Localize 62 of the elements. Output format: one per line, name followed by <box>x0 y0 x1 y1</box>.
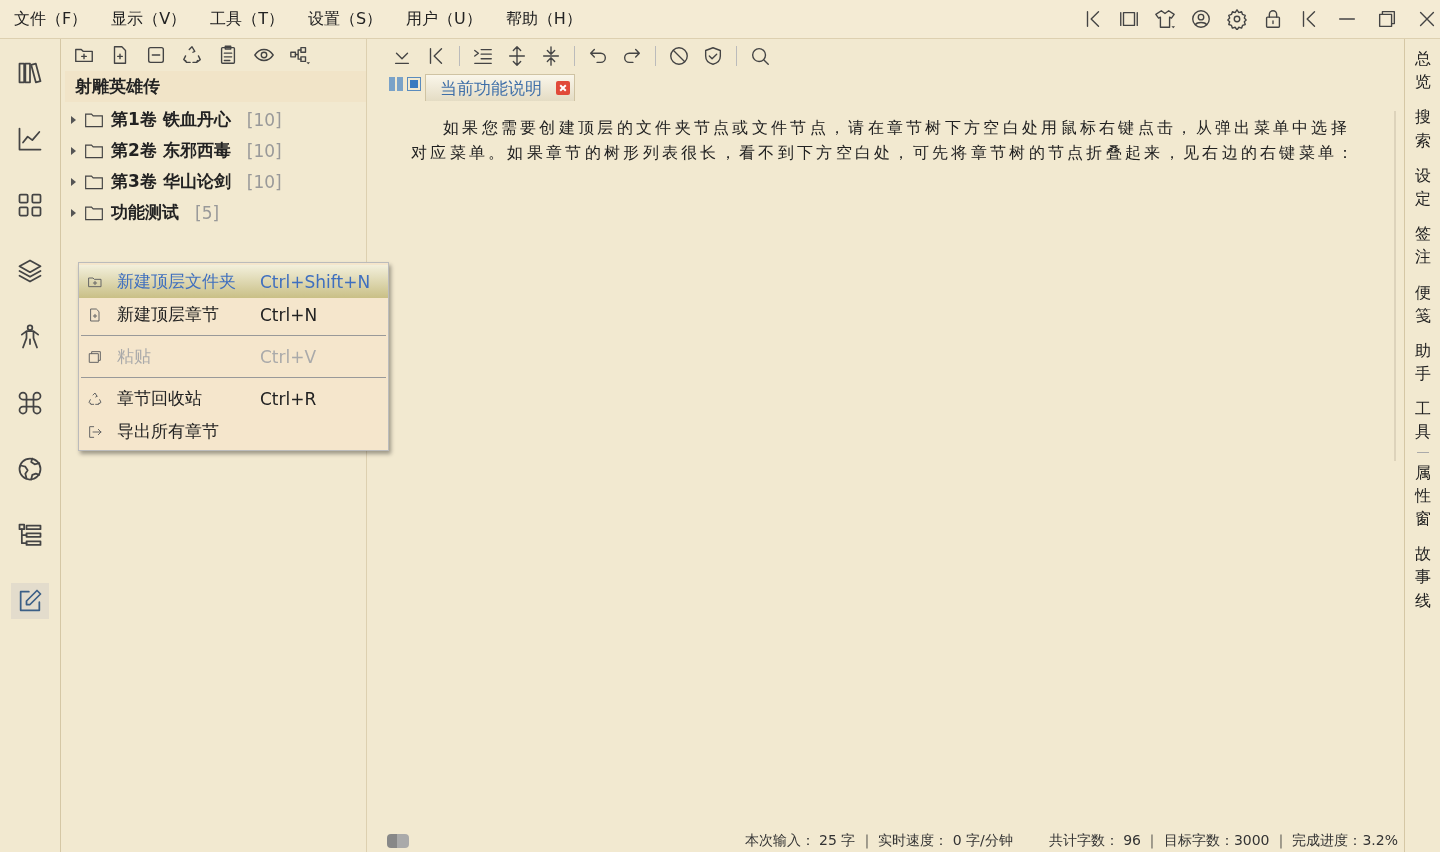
paragraph: 如果您需要创建顶层的文件夹节点或文件节点，请在章节树下方空白处用鼠标右键点击，从弹出菜单中选择对应菜单。如果章节的树形列表很长，看不到下方空白处，可先将章节树的节点折叠起来，见右边的右键菜单： <box>411 117 1358 164</box>
chapter-count: [5] <box>195 202 220 223</box>
sidebar-button[interactable] <box>11 583 49 619</box>
menu-item[interactable]: 章节回收站 Ctrl+R <box>79 382 388 415</box>
chapter-count: [10] <box>246 140 282 161</box>
single-view-icon[interactable] <box>407 77 421 91</box>
command-icon <box>16 389 44 417</box>
tree-item[interactable]: 第3卷 华山论剑 <box>111 170 231 193</box>
collapse-vertical-icon[interactable] <box>540 45 562 67</box>
search-icon[interactable] <box>749 45 771 67</box>
side-tab[interactable]: 便笺 <box>1414 280 1431 327</box>
menu-item[interactable]: 文件（F） <box>14 8 88 30</box>
expand-caret-icon[interactable] <box>71 115 76 124</box>
side-tab[interactable]: 助手 <box>1414 338 1431 386</box>
expand-caret-icon[interactable] <box>71 208 76 217</box>
side-tab[interactable]: 总览 <box>1414 47 1431 94</box>
menu-item[interactable]: 显示（V） <box>111 8 187 30</box>
grid-icon <box>16 191 44 219</box>
recycle-icon[interactable] <box>181 44 203 66</box>
tree-item[interactable]: 第2卷 东邪西毒 <box>111 139 231 162</box>
menu-item[interactable]: 用户（U） <box>406 8 482 30</box>
file-plus-icon <box>87 306 103 323</box>
tree-item[interactable]: 第1卷 铁血丹心 <box>111 108 231 131</box>
side-tab[interactable]: 设定 <box>1414 163 1431 211</box>
side-tab[interactable]: 签注 <box>1414 222 1431 269</box>
menu-item[interactable]: 导出所有章节 <box>79 415 388 448</box>
settings-icon[interactable] <box>1226 8 1248 30</box>
zoom-slider-handle[interactable] <box>387 834 409 848</box>
book-title[interactable]: 射雕英雄传 <box>65 71 366 102</box>
ban-icon[interactable] <box>668 45 690 67</box>
line-chart-icon <box>16 125 44 153</box>
expand-caret-icon[interactable] <box>71 146 76 155</box>
side-tab[interactable]: 工具 <box>1414 397 1431 444</box>
export-icon <box>87 423 103 440</box>
status-text: 共计字数： 96 ｜ 目标字数：3000 ｜ 完成进度：3.2% <box>1048 832 1398 850</box>
layers-icon <box>16 257 44 285</box>
copy-icon <box>87 348 103 365</box>
side-tab[interactable]: 搜索 <box>1414 105 1431 152</box>
document-tab[interactable]: 当前功能说明 <box>425 74 575 101</box>
menu-item[interactable]: 新建顶层章节 Ctrl+N <box>79 298 388 331</box>
tree-item[interactable]: 功能测试 <box>111 201 179 224</box>
expand-vertical-icon[interactable] <box>506 45 528 67</box>
side-tab[interactable]: 属性窗 <box>1414 460 1431 531</box>
user-icon[interactable] <box>1190 8 1212 30</box>
tree-list-icon <box>16 521 44 549</box>
chapter-count: [10] <box>246 109 282 130</box>
recycle-icon <box>87 390 103 407</box>
close-icon[interactable] <box>556 81 570 95</box>
side-tab[interactable]: 故事线 <box>1414 542 1431 612</box>
globe-icon <box>16 455 44 483</box>
menu-item[interactable]: 设置（S） <box>307 8 383 30</box>
expand-caret-icon[interactable] <box>71 177 76 186</box>
hierarchy-icon[interactable] <box>289 44 311 66</box>
status-text: 本次输入： 25 字 ｜ 实时速度： 0 字/分钟 <box>744 832 1013 850</box>
maximize-icon[interactable] <box>1376 8 1398 30</box>
menu-item[interactable]: 帮助（H） <box>505 8 582 30</box>
minus-square-icon[interactable] <box>145 44 167 66</box>
shield-check-icon[interactable] <box>702 45 724 67</box>
chapter-count: [10] <box>246 171 282 192</box>
menu-item[interactable]: 新建顶层文件夹 Ctrl+Shift+N <box>79 265 388 298</box>
shirt-icon[interactable] <box>1154 8 1176 30</box>
menu-item[interactable]: 工具（T） <box>210 8 284 30</box>
